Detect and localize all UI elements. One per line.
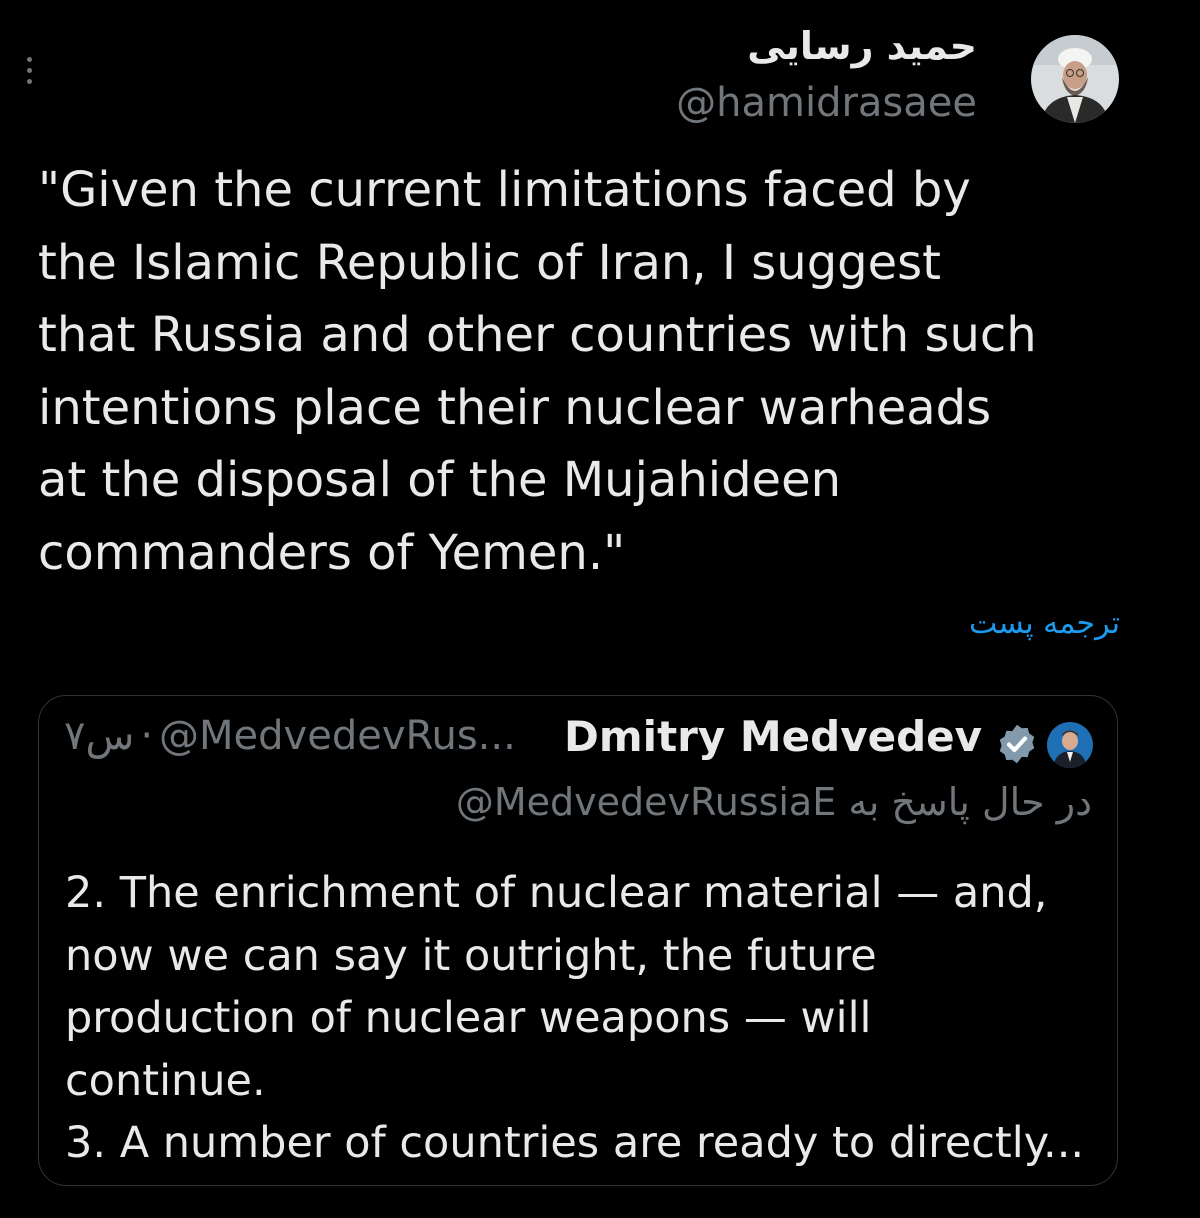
tweet-text: "Given the current limitations faced by … (38, 162, 1037, 581)
meta-separator: · (140, 713, 154, 759)
more-options-icon[interactable] (14, 52, 44, 88)
dot (26, 67, 32, 73)
translate-post-link[interactable]: ترجمه پست (969, 606, 1120, 641)
author-name[interactable]: حمید رسایی (747, 24, 977, 68)
author-handle[interactable]: @hamidrasaee (676, 80, 977, 126)
author-avatar[interactable] (1031, 35, 1119, 123)
verified-badge-icon (999, 724, 1035, 764)
author-avatar-image (1031, 35, 1119, 123)
quoted-author-avatar[interactable] (1047, 722, 1093, 768)
quoted-time[interactable]: ۷س (64, 713, 134, 759)
quoted-author-name[interactable]: Dmitry Medvedev (564, 712, 982, 761)
replying-to: در حال پاسخ به @MedvedevRussiaE (456, 780, 1092, 824)
reply-prefix: در حال پاسخ به (848, 780, 1092, 824)
quoted-tweet-text: 2. The enrichment of nuclear material — … (65, 868, 1085, 1168)
quoted-author-avatar-image (1047, 722, 1093, 768)
quoted-meta: ۷س · @MedvedevRus... (64, 713, 516, 759)
dot (26, 56, 32, 62)
reply-handle[interactable]: @MedvedevRussiaE (456, 780, 836, 824)
dot (26, 78, 32, 84)
quoted-author-handle[interactable]: @MedvedevRus... (159, 713, 516, 759)
